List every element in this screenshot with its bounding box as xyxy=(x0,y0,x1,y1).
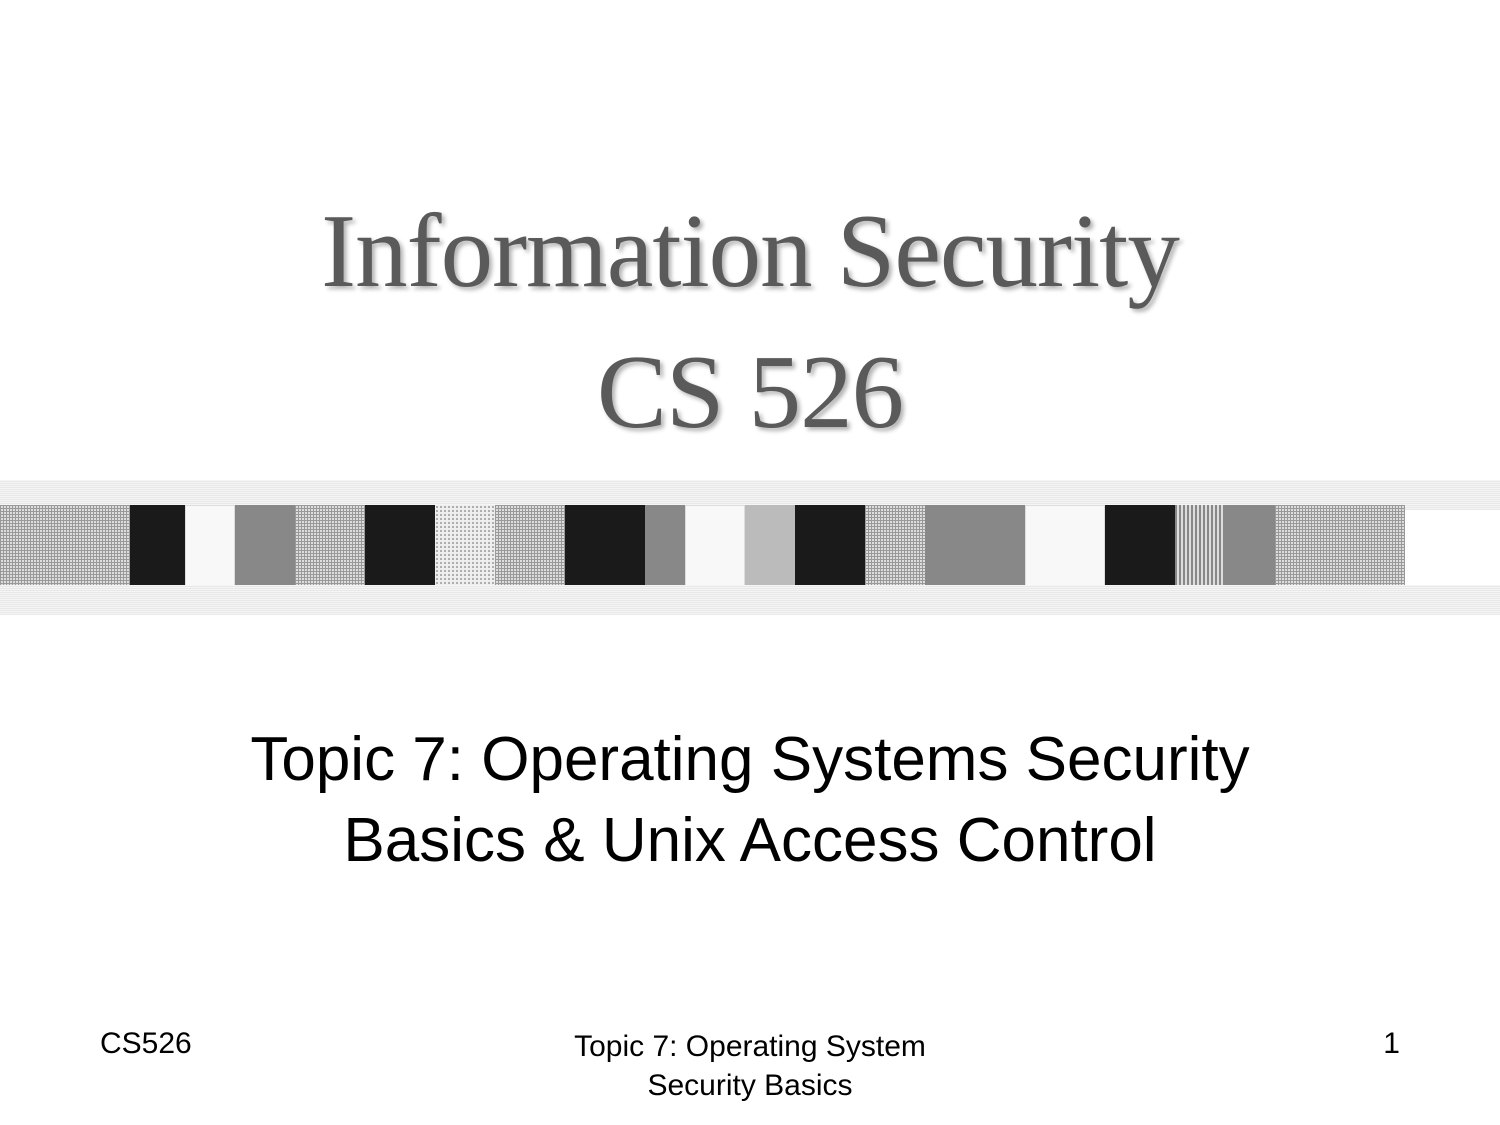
decor-block xyxy=(185,505,235,590)
title-line-1: Information Security xyxy=(0,190,1500,311)
decor-block xyxy=(495,505,565,590)
decor-block xyxy=(295,505,365,590)
title-line-2: CS 526 xyxy=(0,331,1500,452)
decor-block xyxy=(865,505,925,590)
decor-block xyxy=(565,505,645,590)
band-blocks xyxy=(0,505,1500,590)
subtitle-block: Topic 7: Operating Systems Security Basi… xyxy=(0,720,1500,881)
decor-block xyxy=(1175,505,1225,590)
decorative-band xyxy=(0,480,1500,615)
decor-block xyxy=(235,505,295,590)
footer-course-code: CS526 xyxy=(100,1027,533,1061)
decor-block xyxy=(925,505,1025,590)
decor-block xyxy=(365,505,435,590)
decor-block xyxy=(435,505,495,590)
footer-topic-line-2: Security Basics xyxy=(533,1066,966,1105)
decor-block xyxy=(645,505,685,590)
decor-block xyxy=(1105,505,1175,590)
footer-topic-line-1: Topic 7: Operating System xyxy=(533,1027,966,1066)
decor-block xyxy=(1025,505,1105,590)
decor-block xyxy=(130,505,185,590)
subtitle-line-2: Basics & Unix Access Control xyxy=(0,801,1500,882)
title-block: Information Security CS 526 xyxy=(0,0,1500,452)
decor-block xyxy=(685,505,745,590)
decor-block xyxy=(0,505,130,590)
slide: Information Security CS 526 xyxy=(0,0,1500,1125)
footer-topic: Topic 7: Operating System Security Basic… xyxy=(533,1027,966,1105)
footer: CS526 Topic 7: Operating System Security… xyxy=(0,1027,1500,1105)
band-texture-bottom xyxy=(0,585,1500,615)
decor-block xyxy=(795,505,865,590)
footer-page-number: 1 xyxy=(967,1027,1400,1061)
decor-block xyxy=(1225,505,1275,590)
decor-block xyxy=(1275,505,1405,590)
decor-block xyxy=(745,505,795,590)
subtitle-line-1: Topic 7: Operating Systems Security xyxy=(0,720,1500,801)
